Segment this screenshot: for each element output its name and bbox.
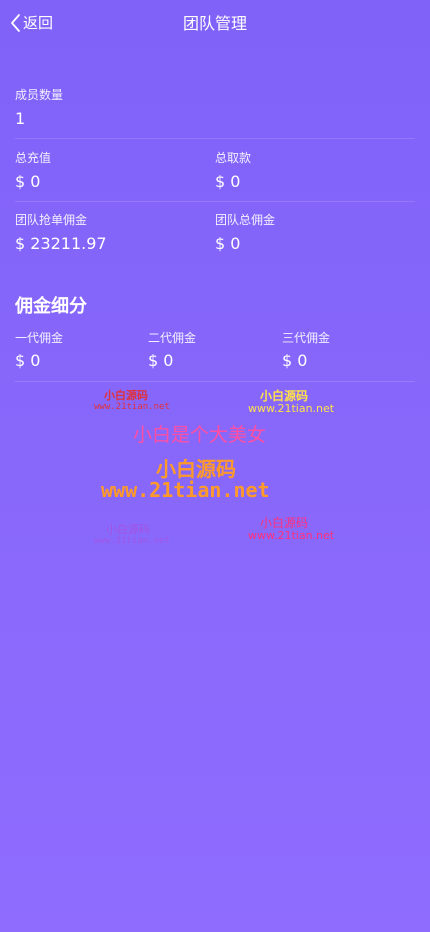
total-recharge-label: 总充值 (15, 151, 52, 165)
third-gen-commission-value: $ 0 (282, 351, 308, 370)
divider (15, 138, 415, 139)
total-withdraw-value: $ 0 (215, 172, 241, 191)
team-total-commission-label: 团队总佣金 (215, 213, 276, 227)
page-title: 团队管理 (182, 14, 247, 33)
total-withdraw-label: 总取款 (215, 151, 252, 165)
watermark-site-url: www.21tian.net (94, 402, 170, 412)
team-grab-commission-label: 团队抢单佣金 (15, 213, 88, 227)
second-gen-commission-label: 二代佣金 (148, 331, 197, 345)
team-total-commission-value: $ 0 (215, 234, 241, 253)
watermark-site-url: www.21tian.net (248, 402, 335, 415)
section-title-commission-breakdown: 佣金细分 (15, 296, 87, 317)
watermark-url-large: www.21tian.net (101, 478, 270, 502)
watermark-site-url: www.21tian.net (248, 529, 335, 542)
team-grab-commission-value: $ 23211.97 (15, 234, 107, 253)
watermark-site-name: 小白源码 (104, 389, 148, 402)
member-count-value: 1 (15, 109, 26, 128)
top-navbar: 返回 团队管理 (0, 0, 430, 48)
watermark-site-name: 小白源码 (106, 523, 150, 536)
total-recharge-value: $ 0 (15, 172, 41, 191)
member-count-label: 成员数量 (15, 88, 64, 102)
second-gen-commission-value: $ 0 (148, 351, 174, 370)
watermark-site-url: www.21tian.net (94, 536, 170, 546)
divider (15, 381, 415, 382)
first-gen-commission-value: $ 0 (15, 351, 41, 370)
watermark-slogan: 小白是个大美女 (133, 424, 267, 446)
third-gen-commission-label: 三代佣金 (282, 331, 331, 345)
divider (15, 201, 415, 202)
first-gen-commission-label: 一代佣金 (15, 331, 64, 345)
